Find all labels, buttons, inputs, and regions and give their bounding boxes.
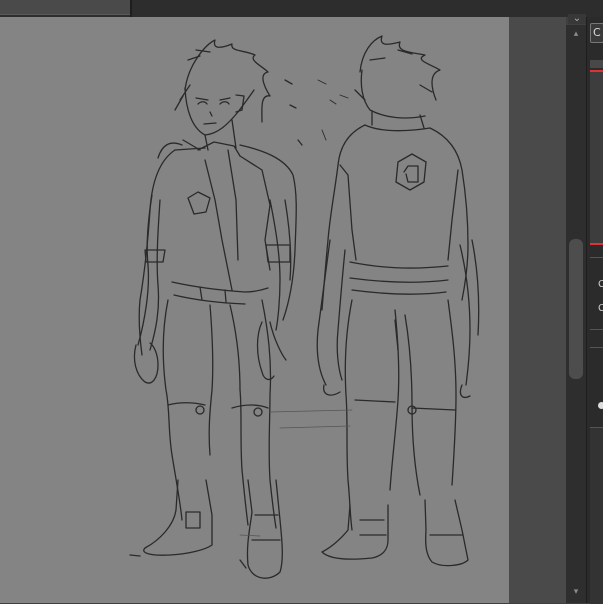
scroll-up-icon[interactable]: ▴	[569, 27, 583, 41]
vertical-scrollbar[interactable]: ▴ ▾	[566, 25, 586, 603]
panel-row-label: C	[598, 279, 603, 290]
navigator-preview[interactable]	[590, 70, 603, 245]
panel-button[interactable]: C	[590, 23, 603, 43]
character-sketch	[129, 35, 480, 579]
back-figure	[239, 35, 480, 567]
scroll-down-icon[interactable]: ▾	[569, 585, 583, 599]
side-panel: C C C	[586, 17, 603, 604]
preview-header	[590, 60, 603, 68]
drawing-canvas[interactable]	[0, 17, 509, 603]
panel-row-label: C	[598, 303, 603, 314]
document-tab[interactable]	[0, 0, 130, 15]
tab-divider	[130, 0, 132, 17]
panel-divider	[590, 347, 603, 348]
title-bar	[0, 0, 603, 17]
panel-content-block	[590, 427, 603, 604]
panel-divider	[590, 257, 603, 258]
panel-divider	[590, 329, 603, 330]
scrollbar-thumb[interactable]	[569, 239, 583, 379]
radio-button[interactable]	[598, 402, 603, 409]
collapse-icon[interactable]: ⌄	[568, 14, 586, 24]
front-figure	[129, 39, 303, 579]
